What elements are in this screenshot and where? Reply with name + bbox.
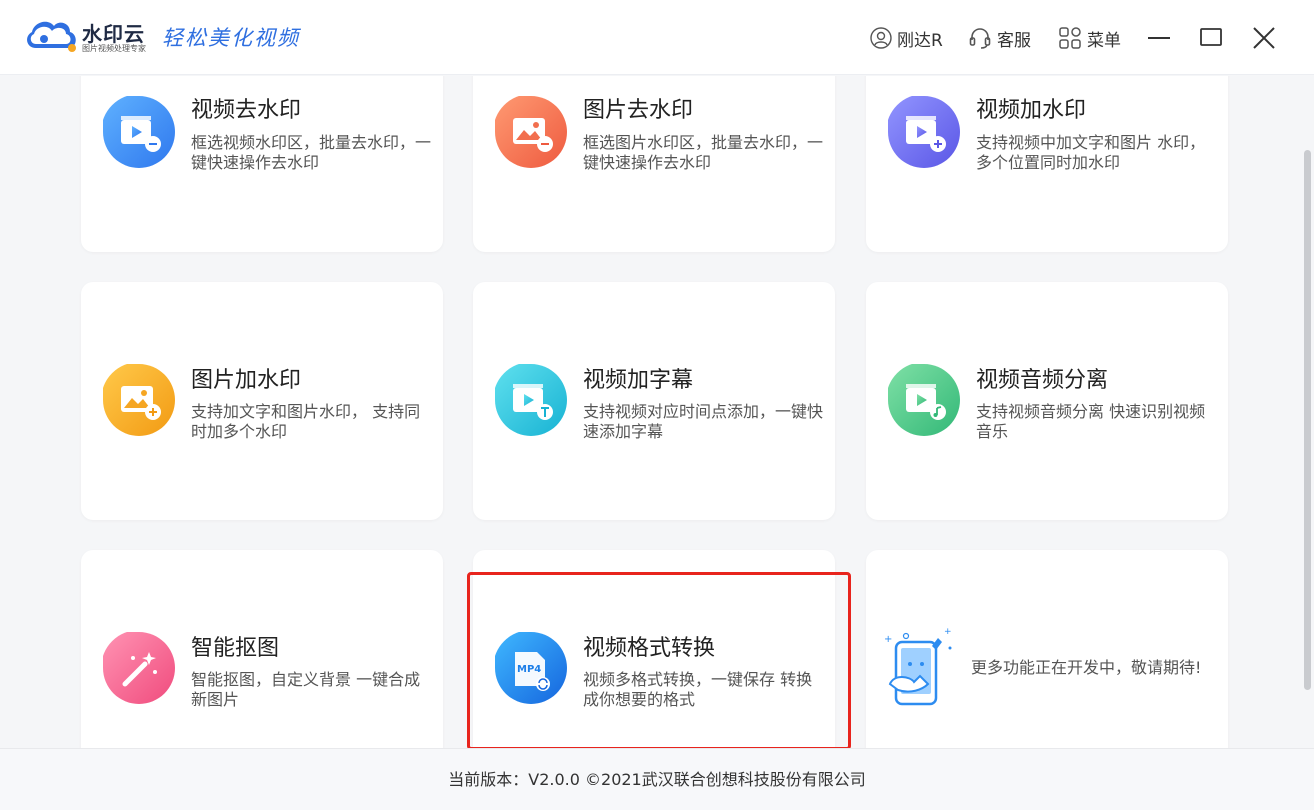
developing-robot-icon: + + <box>884 628 952 706</box>
footer: 当前版本：V2.0.0 ©2021武汉联合创想科技股份有限公司 <box>0 748 1314 810</box>
feature-card-image-add-watermark[interactable]: 图片加水印 支持加文字和图片水印， 支持同时加多个水印 <box>81 282 443 520</box>
card-description: 框选视频水印区，批量去水印，一键快速操作去水印 <box>191 133 432 172</box>
feature-card-format-convert[interactable]: MP4 视频格式转换 视频多格式转换，一键保存 转换成你想要的格式 <box>473 550 835 748</box>
headset-icon <box>969 28 991 49</box>
minimize-button[interactable] <box>1144 22 1176 54</box>
card-title: 视频格式转换 <box>583 636 716 661</box>
card-title: 视频加水印 <box>976 98 1087 123</box>
user-account-button[interactable]: 刚达R <box>870 25 943 51</box>
image-minus-icon <box>495 96 567 168</box>
mp4-convert-icon: MP4 <box>495 632 567 704</box>
close-button[interactable] <box>1248 22 1280 54</box>
feature-card-image-remove-watermark[interactable]: 图片去水印 框选图片水印区，批量去水印，一键快速操作去水印 <box>473 76 835 252</box>
feature-card-coming-soon: + + 更多功能正在开发中，敬请期待! <box>866 550 1228 748</box>
card-description: 支持视频对应时间点添加，一键快速添加字幕 <box>583 402 824 441</box>
feature-grid: 视频去水印 框选视频水印区，批量去水印，一键快速操作去水印 图片去水印 框选图片… <box>0 76 1300 748</box>
coming-soon-text: 更多功能正在开发中，敬请期待! <box>971 658 1202 677</box>
user-name: 刚达R <box>897 30 943 51</box>
feature-card-video-add-watermark[interactable]: 视频加水印 支持视频中加文字和图片 水印，多个位置同时加水印 <box>866 76 1228 252</box>
video-minus-icon <box>103 96 175 168</box>
svg-text:+: + <box>944 628 952 637</box>
scrollbar-thumb[interactable] <box>1304 150 1311 690</box>
card-description: 视频多格式转换，一键保存 转换成你想要的格式 <box>583 670 813 709</box>
card-description: 支持加文字和图片水印， 支持同时加多个水印 <box>191 402 421 441</box>
card-title: 视频加字幕 <box>583 368 694 393</box>
mp4-badge: MP4 <box>517 664 541 675</box>
menu-button[interactable]: 菜单 <box>1058 25 1121 51</box>
grid-menu-icon <box>1059 27 1081 49</box>
card-description: 框选图片水印区，批量去水印，一键快速操作去水印 <box>583 133 824 172</box>
slogan: 轻松美化视频 <box>162 26 300 50</box>
maximize-button[interactable] <box>1196 22 1228 54</box>
card-title: 图片去水印 <box>583 98 694 123</box>
feature-card-smart-cutout[interactable]: 智能抠图 智能抠图，自定义背景 一键合成新图片 <box>81 550 443 748</box>
card-description: 支持视频中加文字和图片 水印，多个位置同时加水印 <box>976 133 1206 172</box>
card-title: 视频音频分离 <box>976 368 1109 393</box>
app-subtitle: 图片视频处理专家 <box>82 44 146 53</box>
version-copyright: 当前版本：V2.0.0 ©2021武汉联合创想科技股份有限公司 <box>448 770 866 789</box>
svg-text:+: + <box>884 634 892 645</box>
card-title: 智能抠图 <box>191 636 280 661</box>
user-icon <box>870 27 892 49</box>
menu-label: 菜单 <box>1087 30 1121 51</box>
feature-card-audio-separation[interactable]: 视频音频分离 支持视频音频分离 快速识别视频音乐 <box>866 282 1228 520</box>
card-title: 视频去水印 <box>191 98 302 123</box>
feature-card-video-subtitle[interactable]: 视频加字幕 支持视频对应时间点添加，一键快速添加字幕 <box>473 282 835 520</box>
card-title: 图片加水印 <box>191 368 302 393</box>
card-description: 支持视频音频分离 快速识别视频音乐 <box>976 402 1206 441</box>
service-label: 客服 <box>997 30 1031 51</box>
video-text-icon <box>495 364 567 436</box>
magic-wand-icon <box>103 632 175 704</box>
feature-card-video-remove-watermark[interactable]: 视频去水印 框选视频水印区，批量去水印，一键快速操作去水印 <box>81 76 443 252</box>
video-plus-icon <box>888 96 960 168</box>
title-bar: 水印云 图片视频处理专家 轻松美化视频 刚达R 客服 菜单 <box>0 0 1314 75</box>
card-description: 智能抠图，自定义背景 一键合成新图片 <box>191 670 421 709</box>
customer-service-button[interactable]: 客服 <box>968 25 1031 51</box>
video-music-icon <box>888 364 960 436</box>
image-plus-icon <box>103 364 175 436</box>
